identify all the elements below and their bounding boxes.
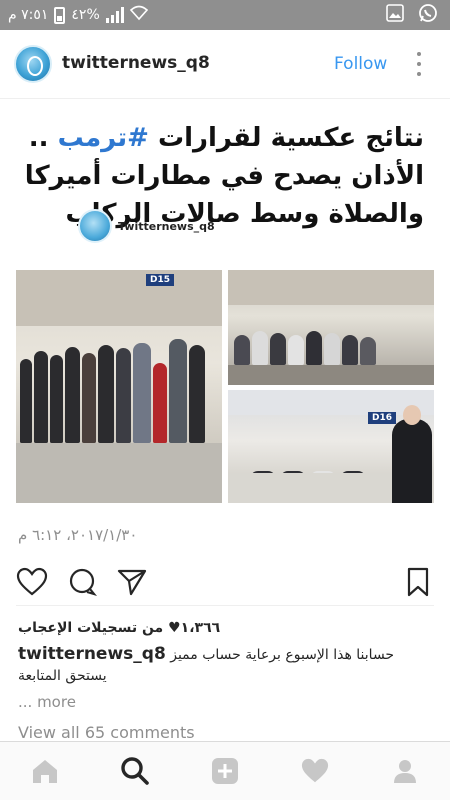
- post-date: ٢٠١٧/١/٣٠، ٦:١٢ م: [18, 526, 138, 544]
- share-icon[interactable]: [116, 567, 148, 597]
- view-comments-link[interactable]: View all 65 comments: [18, 723, 195, 742]
- post-headline: نتائج عكسية لقرارات #ترمب .. الأذان يصدح…: [14, 119, 424, 233]
- photo-officer: [392, 405, 432, 503]
- bookmark-icon[interactable]: [404, 567, 432, 597]
- gallery-icon: [386, 4, 404, 26]
- battery-icon: [54, 6, 66, 24]
- status-left: ٧:٥١ م ٤٢%: [8, 0, 148, 30]
- caption-line-1: حسابنا هذا الإسبوع برعاية حساب مميز: [170, 647, 395, 663]
- post-actions: [0, 561, 450, 601]
- profile-icon[interactable]: [388, 754, 422, 788]
- clock: ٧:٥١ م: [8, 7, 49, 23]
- search-icon[interactable]: [118, 754, 152, 788]
- post-caption: twitternews_q8 حسابنا هذا الإسبوع برعاية…: [18, 644, 428, 687]
- like-heart-icon[interactable]: [16, 567, 48, 597]
- home-icon[interactable]: [28, 754, 62, 788]
- photo-ceiling: [16, 270, 222, 326]
- add-icon[interactable]: [208, 754, 242, 788]
- caption-username[interactable]: twitternews_q8: [18, 644, 166, 664]
- caption-line-2: يستحق المتابعة: [18, 668, 107, 684]
- likes-count[interactable]: ١،٣٦٦♥ من تسجيلات الإعجاب: [18, 620, 220, 636]
- airport-sign: D15: [146, 274, 174, 286]
- photo-floor: [228, 365, 434, 385]
- photo-floor: [16, 443, 222, 503]
- post-username[interactable]: twitternews_q8: [62, 53, 210, 73]
- avatar[interactable]: [14, 45, 52, 83]
- more-options-icon[interactable]: [414, 52, 424, 76]
- photo-prayer-rows: [228, 270, 434, 385]
- airport-sign: D16: [368, 412, 396, 424]
- headline-hashtag: #ترمب: [57, 123, 149, 153]
- post-header: twitternews_q8 Follow: [0, 30, 450, 98]
- follow-button[interactable]: Follow: [334, 54, 387, 74]
- headline-text-start: نتائج عكسية لقرارات: [148, 123, 424, 153]
- wifi-icon: [129, 5, 148, 25]
- caption-more-link[interactable]: ... more: [18, 693, 76, 711]
- signal-icon: [105, 7, 124, 23]
- whatsapp-icon: [418, 3, 438, 27]
- photo-prayer-baggage: D16: [228, 390, 434, 503]
- watermark-text: Twitternews_q8: [118, 219, 215, 233]
- battery-percent: ٤٢%: [71, 7, 100, 23]
- status-right: [386, 0, 438, 30]
- watermark: Twitternews_q8: [78, 209, 215, 243]
- watermark-logo: [78, 209, 112, 243]
- photo-ceiling: [228, 270, 434, 305]
- photo-prayer-line: D15: [16, 270, 222, 503]
- photo-crowd: [234, 331, 434, 365]
- status-bar: ٧:٥١ م ٤٢%: [0, 0, 450, 30]
- comment-icon[interactable]: [66, 567, 98, 597]
- divider: [16, 605, 434, 606]
- post-image[interactable]: نتائج عكسية لقرارات #ترمب .. الأذان يصدح…: [0, 98, 450, 518]
- bottom-nav: [0, 741, 450, 800]
- heart-icon[interactable]: [298, 754, 332, 788]
- photo-crowd: [20, 339, 222, 443]
